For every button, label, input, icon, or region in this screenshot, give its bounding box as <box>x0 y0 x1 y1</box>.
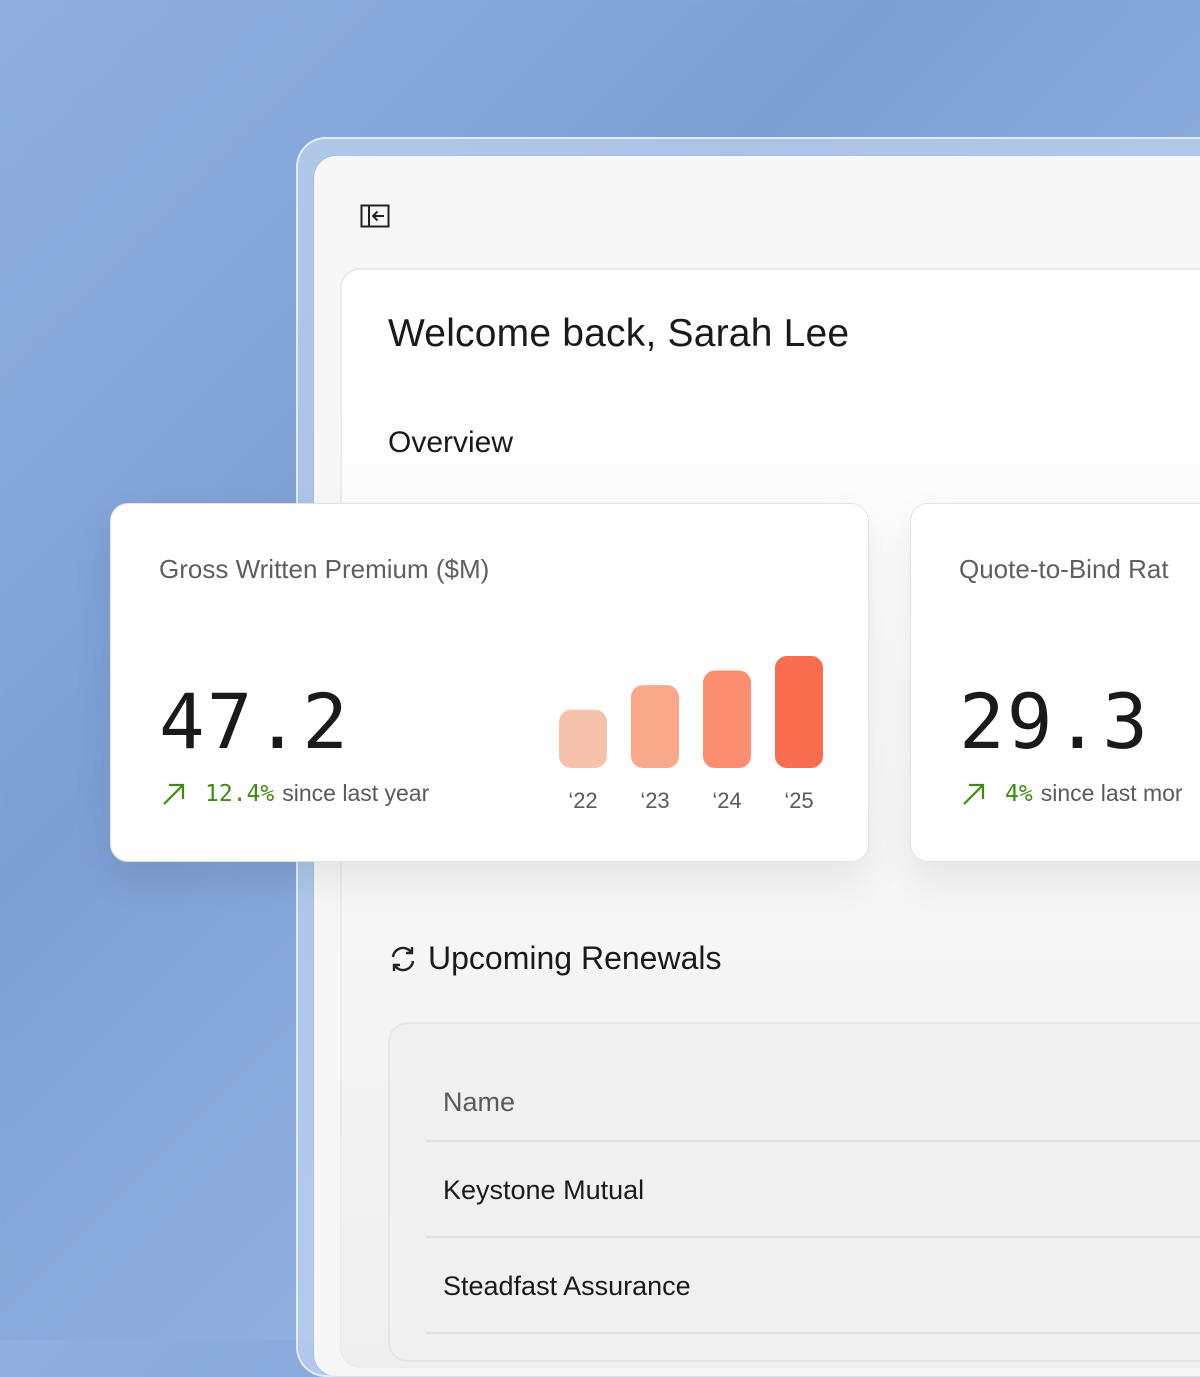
premium-bar-chart: ‘22 ‘23 ‘24 ‘25 <box>559 656 823 813</box>
renewals-heading: Upcoming Renewals <box>388 940 721 977</box>
column-header-name[interactable]: Name <box>443 1087 515 1118</box>
table-divider <box>426 1140 1200 1142</box>
card-change: 4% since last mor <box>961 780 1183 807</box>
page-title: Welcome back, Sarah Lee <box>388 312 850 355</box>
change-value: 12.4% <box>205 780 275 807</box>
chart-tick-label: ‘25 <box>784 788 813 813</box>
refresh-icon <box>391 946 415 971</box>
card-change: 12.4% since last year <box>161 780 429 807</box>
arrow-up-right-icon <box>163 783 185 805</box>
chart-bar <box>775 656 823 768</box>
table-row-name[interactable]: Steadfast Assurance <box>443 1271 691 1302</box>
chart-bar <box>703 670 751 768</box>
overview-heading: Overview <box>388 426 514 459</box>
gross-written-premium-card[interactable]: Gross Written Premium ($M) 47.2 12.4% si… <box>110 503 869 862</box>
chart-bar <box>631 685 679 768</box>
chart-tick-label: ‘22 <box>568 788 597 813</box>
card-value: 29.3 <box>959 677 1151 766</box>
quote-to-bind-card[interactable]: Quote-to-Bind Rat 29.3 4% since last mor <box>910 503 1200 862</box>
renewals-heading-label: Upcoming Renewals <box>428 940 722 976</box>
chart-tick-label: ‘23 <box>640 788 669 813</box>
arrow-up-right-icon <box>963 783 985 805</box>
table-divider <box>426 1236 1200 1238</box>
card-title: Gross Written Premium ($M) <box>159 554 490 584</box>
chart-tick-label: ‘24 <box>712 788 741 813</box>
table-divider <box>426 1332 1200 1334</box>
change-text: since last year <box>282 780 430 806</box>
table-row-name[interactable]: Keystone Mutual <box>443 1175 644 1206</box>
sidebar-collapse-glyph <box>360 204 390 228</box>
card-value: 47.2 <box>159 677 351 766</box>
chart-bar <box>559 709 607 768</box>
sidebar-collapse-icon[interactable] <box>360 203 390 229</box>
card-title: Quote-to-Bind Rat <box>959 554 1169 584</box>
change-value: 4% <box>1005 780 1033 807</box>
change-text: since last mor <box>1040 780 1183 806</box>
